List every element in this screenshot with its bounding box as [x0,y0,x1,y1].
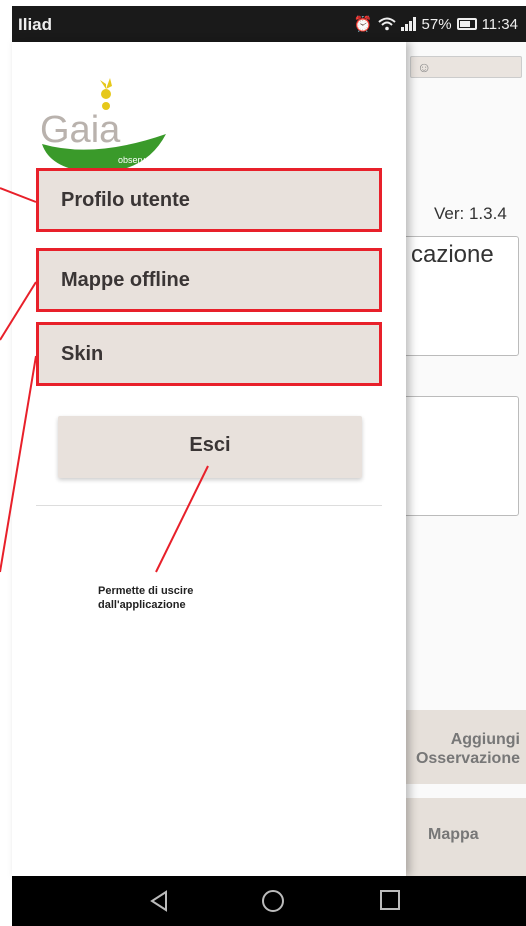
map-button[interactable]: Mappa [406,798,526,876]
add-observation-label: Aggiungi Osservazione [415,731,520,767]
battery-icon [456,18,477,30]
menu-item-label: Skin [61,343,104,365]
user-avatar-field[interactable]: ☺ [410,56,522,78]
gaia-logo: Gaia observer [40,78,166,173]
status-bar: Iliad ⏰ 57% 11:34 [12,6,526,42]
add-observation-button[interactable]: Aggiungi Osservazione [406,710,526,784]
wifi-icon [377,17,396,31]
exit-button[interactable]: Esci [58,416,362,478]
logo-text: Gaia [40,109,121,151]
logo-subtext: observer [118,155,153,165]
system-navigation-bar [12,876,526,926]
menu-item-skin[interactable]: Skin [36,322,382,386]
navigation-drawer: Gaia observer Profilo utente Mappe offli… [12,42,406,876]
battery-percent: 57% [421,15,452,33]
menu-item-label: Mappe offline [61,269,190,291]
clock: 11:34 [481,15,518,33]
version-label: Ver: 1.3.4 [434,204,507,223]
frame-left-edge [0,0,12,926]
recent-apps-icon[interactable] [380,890,400,910]
drawer-divider [36,505,382,506]
back-icon[interactable] [148,890,170,912]
status-indicators: ⏰ 57% 11:34 [353,15,518,34]
signal-icon [400,17,416,31]
menu-item-offline-maps[interactable]: Mappe offline [36,248,382,312]
home-icon[interactable] [262,890,284,912]
info-box-text: cazione [411,241,494,268]
exit-button-label: Esci [189,434,231,456]
menu-item-user-profile[interactable]: Profilo utente [36,168,382,232]
exit-annotation-text: Permette di uscire dall'applicazione [98,585,194,611]
menu-item-label: Profilo utente [61,189,190,211]
user-icon: ☺ [417,59,432,75]
secondary-text-box[interactable] [392,396,519,516]
info-text-box[interactable]: cazione [392,236,519,356]
map-button-label: Mappa [428,826,479,843]
alarm-icon: ⏰ [353,16,373,33]
carrier-label: Iliad [18,15,53,34]
